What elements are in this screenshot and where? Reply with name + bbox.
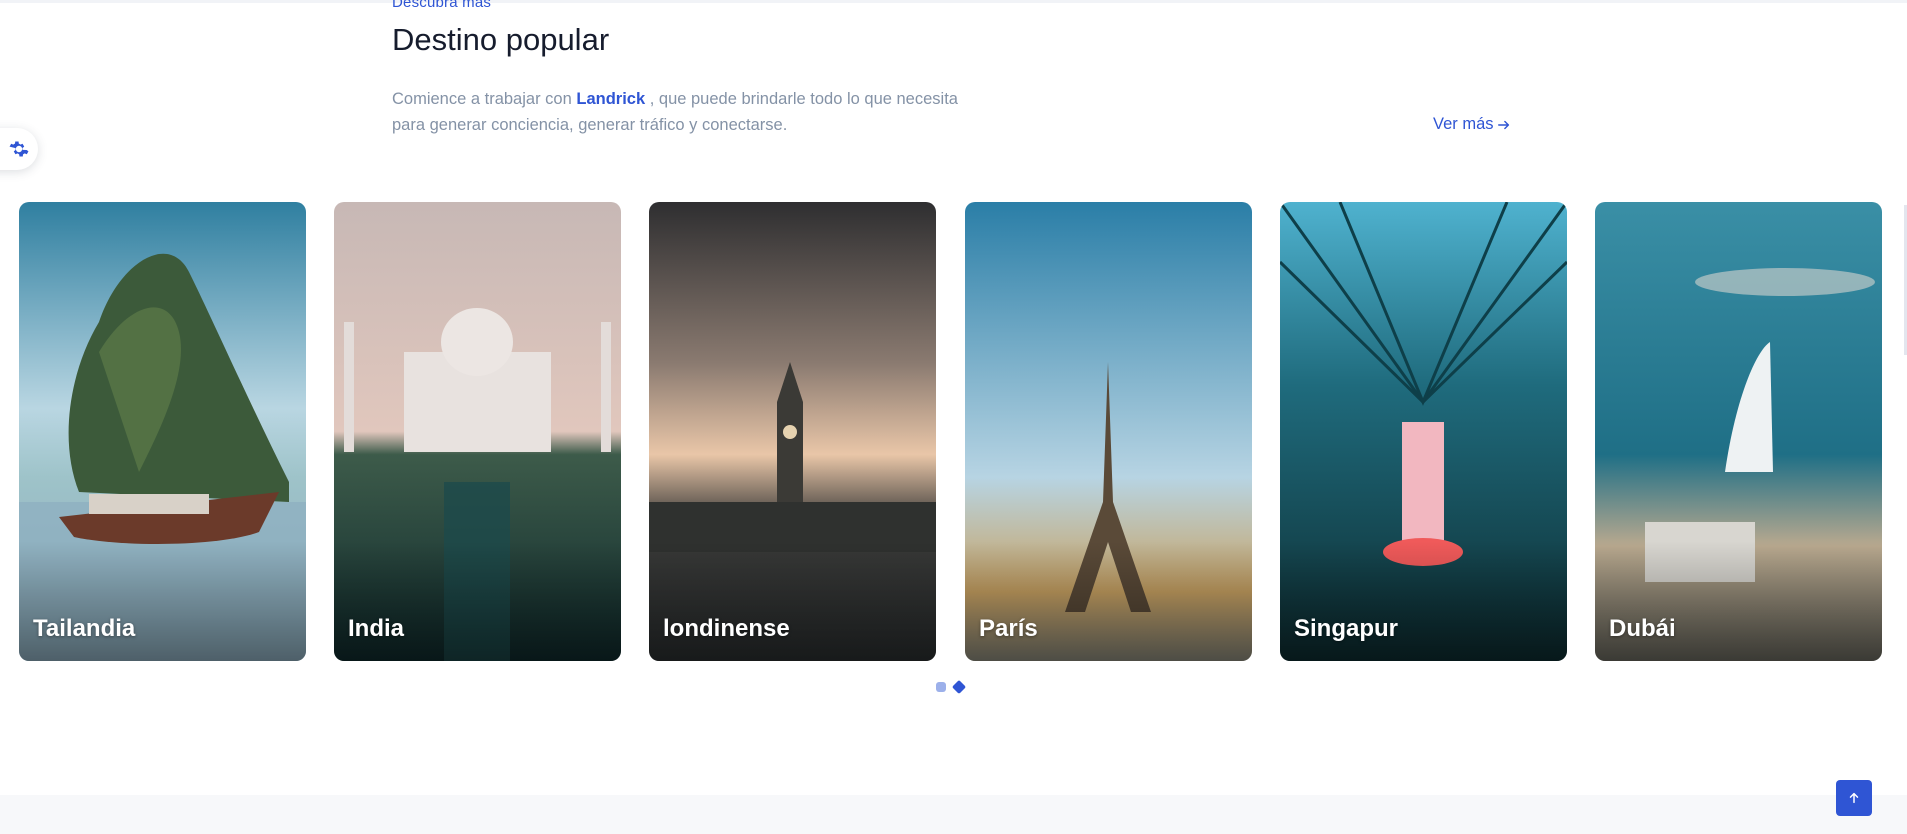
card-overlay <box>965 541 1252 661</box>
arrow-up-icon <box>1849 792 1859 804</box>
destination-card-paris[interactable]: París <box>965 202 1252 661</box>
destination-card-singapur[interactable]: Singapur <box>1280 202 1567 661</box>
destination-name: India <box>348 615 405 642</box>
section-description: Comience a trabajar con Landrick , que p… <box>392 86 992 138</box>
card-overlay <box>1595 541 1882 661</box>
destination-name: Singapur <box>1294 615 1399 642</box>
description-text: Comience a trabajar con <box>392 90 577 108</box>
header-divider <box>0 0 1907 3</box>
destination-card-dubai[interactable]: Dubái <box>1595 202 1882 661</box>
carousel-dot-2[interactable] <box>951 679 967 695</box>
section-kicker: Descubra más <box>392 0 492 11</box>
card-overlay <box>649 541 936 661</box>
destination-card-india[interactable]: India <box>334 202 621 661</box>
destination-name: Tailandia <box>33 615 136 642</box>
destination-name: Dubái <box>1609 615 1676 642</box>
view-more-link[interactable]: Ver más <box>1433 115 1511 134</box>
carousel-dot-1[interactable] <box>936 682 946 692</box>
destination-card-tailandia[interactable]: Tailandia <box>19 202 306 661</box>
destination-card-londinense[interactable]: londinense <box>649 202 936 661</box>
card-overlay <box>1280 541 1567 661</box>
brand-link[interactable]: Landrick <box>576 90 645 108</box>
carousel-pagination <box>936 679 967 695</box>
arrow-right-icon <box>1497 120 1509 129</box>
back-to-top-button[interactable] <box>1836 780 1872 816</box>
destination-name: París <box>979 615 1038 642</box>
destination-name: londinense <box>663 615 790 642</box>
card-overlay <box>334 541 621 661</box>
section-title: Destino popular <box>392 22 610 57</box>
view-more-label: Ver más <box>1433 115 1494 133</box>
card-overlay <box>19 541 306 661</box>
footer-band <box>0 795 1907 834</box>
settings-toggle-button[interactable] <box>0 128 38 170</box>
gear-icon <box>9 141 29 157</box>
